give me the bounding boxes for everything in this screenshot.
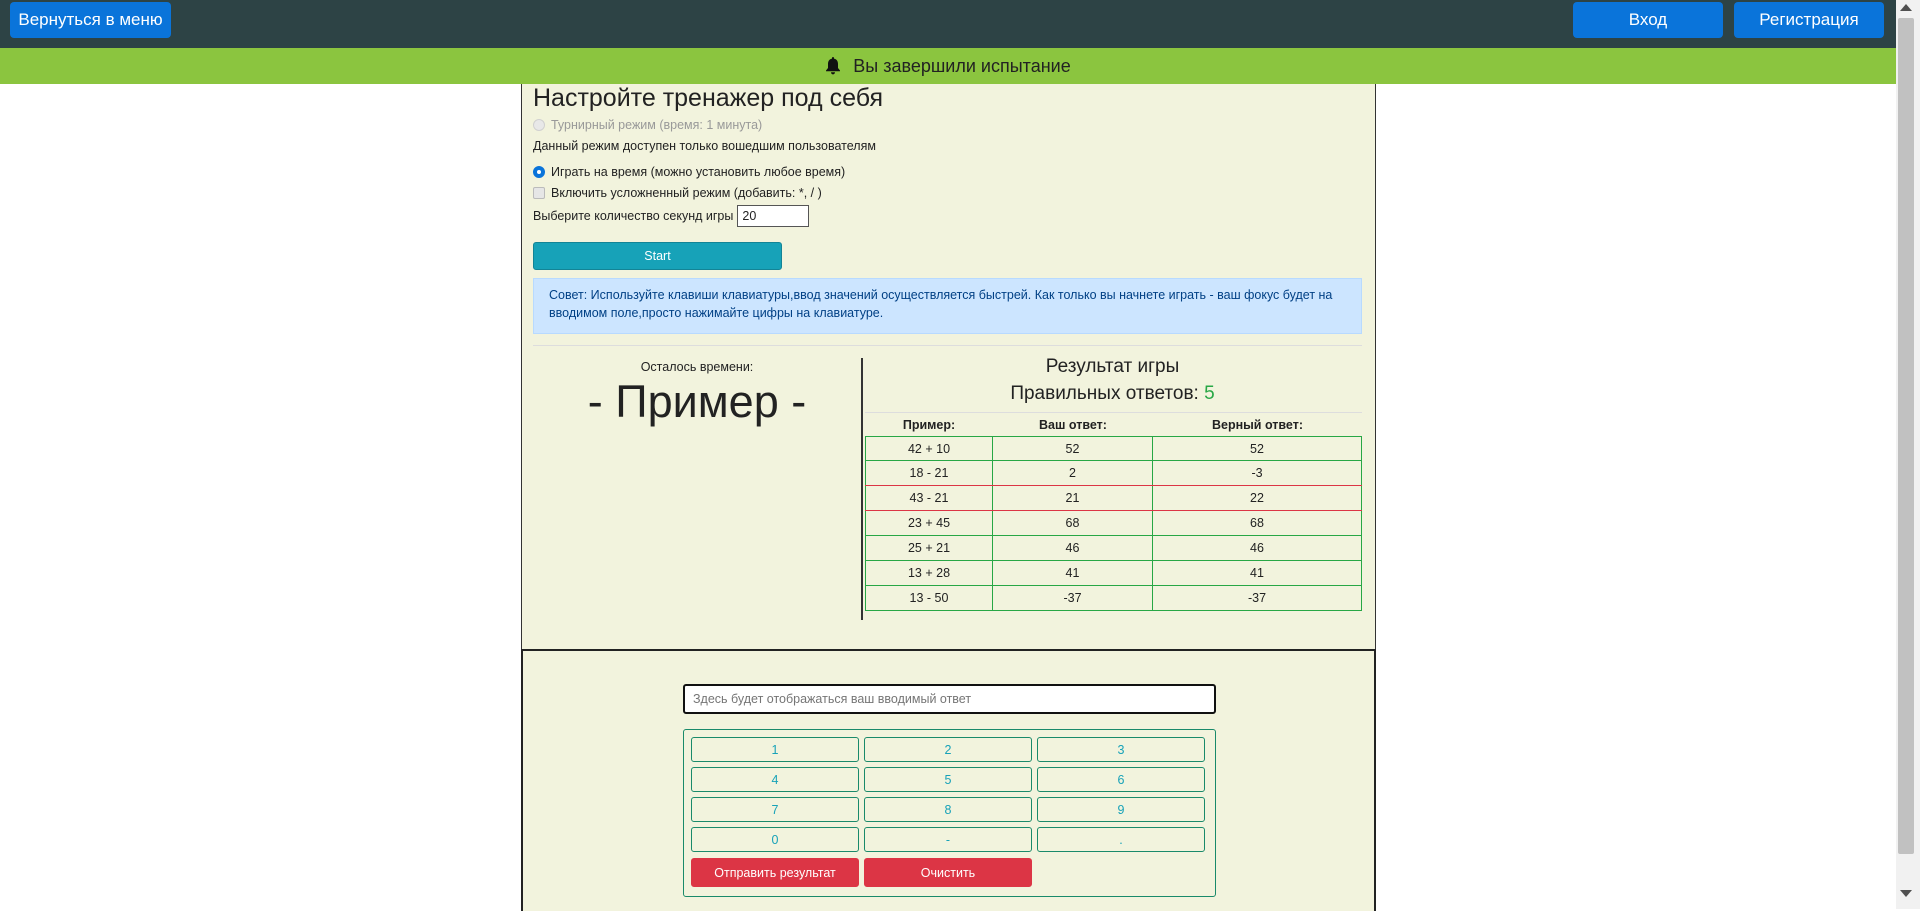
cell-example: 25 + 21 <box>865 536 993 560</box>
tournament-mode-radio[interactable]: Турнирный режим (время: 1 минута) <box>533 118 762 132</box>
table-row: 25 + 21 46 46 <box>865 536 1362 561</box>
tournament-note: Данный режим доступен только вошедшим по… <box>533 139 876 153</box>
key-6[interactable]: 6 <box>1037 767 1205 792</box>
key-dot[interactable]: . <box>1037 827 1205 852</box>
cell-example: 18 - 21 <box>865 461 993 485</box>
hard-mode-checkbox[interactable]: Включить усложненный режим (добавить: *,… <box>533 186 822 200</box>
time-left-label: Осталось времени: <box>640 360 754 374</box>
current-example: - Пример - <box>587 376 807 427</box>
cell-example: 43 - 21 <box>865 486 993 510</box>
table-row: 13 + 28 41 41 <box>865 561 1362 586</box>
notification-bar: Вы завершили испытание <box>0 48 1896 84</box>
cell-your-answer: 52 <box>993 437 1153 460</box>
cell-your-answer: 46 <box>993 536 1153 560</box>
cell-correct-answer: -37 <box>1153 586 1362 610</box>
header-your-answer: Ваш ответ: <box>1039 417 1107 432</box>
radio-disabled[interactable] <box>533 119 545 131</box>
key-5[interactable]: 5 <box>864 767 1032 792</box>
cell-your-answer: 21 <box>993 486 1153 510</box>
notification-text: Вы завершили испытание <box>853 55 1071 76</box>
table-body: 42 + 10 52 52 18 - 21 2 -3 43 - 21 21 22 23 + 45 6… <box>865 436 1362 611</box>
key-1[interactable]: 1 <box>691 737 859 762</box>
input-panel: 1 2 3 4 5 6 7 8 9 0 - . Отправить резуль… <box>521 649 1376 911</box>
key-2[interactable]: 2 <box>864 737 1032 762</box>
key-7[interactable]: 7 <box>691 797 859 822</box>
table-row: 42 + 10 52 52 <box>865 436 1362 461</box>
timed-mode-label: Играть на время (можно установить любое … <box>551 165 846 179</box>
clear-button[interactable]: Очистить <box>864 858 1032 887</box>
cell-correct-answer: 41 <box>1153 561 1362 585</box>
seconds-input[interactable] <box>737 205 810 227</box>
header-correct-answer: Верный ответ: <box>1211 417 1304 432</box>
cell-example: 42 + 10 <box>865 437 993 460</box>
header-example: Пример: <box>902 417 956 432</box>
back-to-menu-button[interactable]: Вернуться в меню <box>10 2 171 38</box>
submit-result-button[interactable]: Отправить результат <box>691 858 859 887</box>
cell-correct-answer: 22 <box>1153 486 1362 510</box>
seconds-row: Выберите количество секунд игры <box>533 205 810 227</box>
table-row: 23 + 45 68 68 <box>865 511 1362 536</box>
cell-correct-answer: -3 <box>1153 461 1362 485</box>
tournament-mode-label: Турнирный режим (время: 1 минута) <box>551 118 763 132</box>
hard-mode-label: Включить усложненный режим (добавить: *,… <box>551 186 822 200</box>
scroll-up-arrow-icon[interactable] <box>1900 4 1912 11</box>
cell-your-answer: 41 <box>993 561 1153 585</box>
scroll-down-arrow-icon[interactable] <box>1900 890 1912 897</box>
cell-your-answer: -37 <box>993 586 1153 610</box>
seconds-label: Выберите количество секунд игры <box>533 209 734 223</box>
cell-example: 13 - 50 <box>865 586 993 610</box>
settings-title: Настройте тренажер под себя <box>533 84 883 112</box>
key-3[interactable]: 3 <box>1037 737 1205 762</box>
start-button[interactable]: Start <box>533 242 782 270</box>
scroll-thumb[interactable] <box>1898 18 1914 854</box>
table-row: 43 - 21 21 22 <box>865 486 1362 511</box>
table-row: 13 - 50 -37 -37 <box>865 586 1362 611</box>
radio-selected[interactable] <box>533 166 545 178</box>
timed-mode-radio[interactable]: Играть на время (можно установить любое … <box>533 165 845 179</box>
settings-panel: Настройте тренажер под себя Турнирный ре… <box>521 84 1376 649</box>
key-0[interactable]: 0 <box>691 827 859 852</box>
results-table: Пример: Ваш ответ: Верный ответ: 42 + 10… <box>865 412 1362 611</box>
top-navbar: Вернуться в меню Вход Регистрация <box>0 0 1896 48</box>
key-9[interactable]: 9 <box>1037 797 1205 822</box>
cell-example: 13 + 28 <box>865 561 993 585</box>
cell-correct-answer: 68 <box>1153 511 1362 535</box>
bell-icon <box>826 57 841 75</box>
tip-alert: Совет: Используйте клавиши клавиатуры,вв… <box>533 278 1362 334</box>
divider <box>533 345 1362 346</box>
register-button[interactable]: Регистрация <box>1734 2 1884 38</box>
cell-your-answer: 2 <box>993 461 1153 485</box>
checkbox[interactable] <box>533 187 545 199</box>
correct-label: Правильных ответов: <box>1010 383 1199 404</box>
answer-input[interactable] <box>683 684 1216 714</box>
table-header: Пример: Ваш ответ: Верный ответ: <box>865 412 1362 436</box>
cell-correct-answer: 46 <box>1153 536 1362 560</box>
key-8[interactable]: 8 <box>864 797 1032 822</box>
cell-correct-answer: 52 <box>1153 437 1362 460</box>
tournament-note-text: Данный режим доступен только вошедшим по… <box>533 139 876 153</box>
key-minus[interactable]: - <box>864 827 1032 852</box>
correct-count: 5 <box>1204 383 1215 404</box>
login-button[interactable]: Вход <box>1573 2 1723 38</box>
key-4[interactable]: 4 <box>691 767 859 792</box>
result-title: Результат игры <box>1045 356 1180 377</box>
keypad: 1 2 3 4 5 6 7 8 9 0 - . Отправить резуль… <box>683 729 1216 897</box>
correct-answers: Правильных ответов: 5 <box>863 383 1362 405</box>
cell-your-answer: 68 <box>993 511 1153 535</box>
cell-example: 23 + 45 <box>865 511 993 535</box>
table-row: 18 - 21 2 -3 <box>865 461 1362 486</box>
